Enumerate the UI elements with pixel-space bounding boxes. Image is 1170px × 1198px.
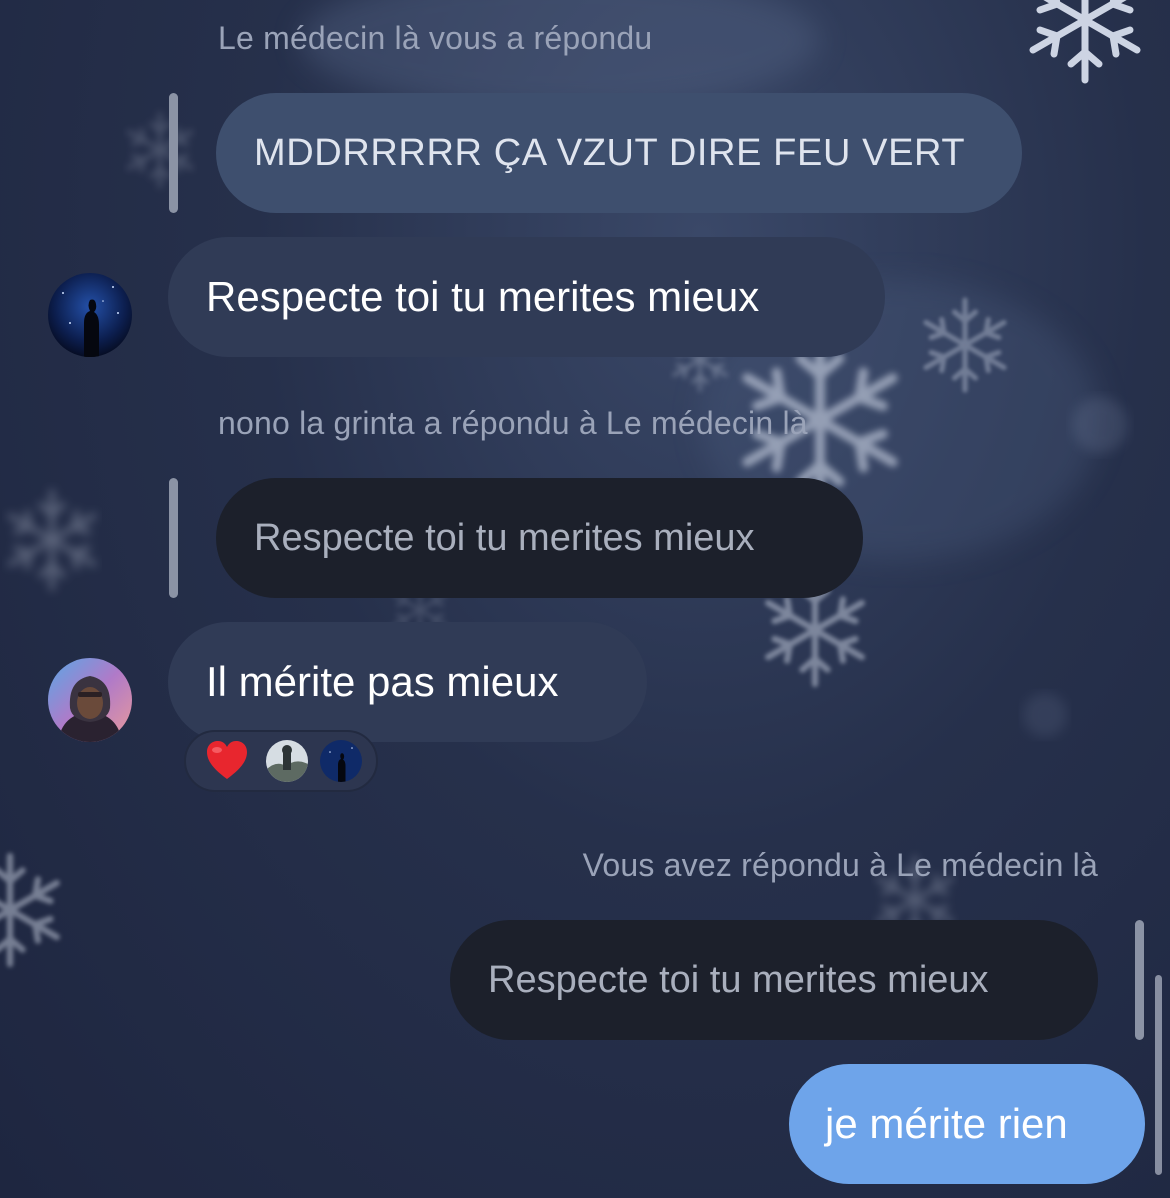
quoted-message-text: Respecte toi tu merites mieux xyxy=(254,516,755,559)
friend-avatar[interactable] xyxy=(48,658,132,742)
quoted-message-text: Respecte toi tu merites mieux xyxy=(488,958,989,1001)
reply-indicator-bar xyxy=(169,478,178,598)
avatar-night-silhouette-icon xyxy=(320,740,362,782)
avatar-night-silhouette-icon xyxy=(48,273,132,357)
incoming-message-bubble[interactable]: Il mérite pas mieux xyxy=(168,622,647,742)
reply-indicator-bar xyxy=(1135,920,1144,1040)
reply-caption: Vous avez répondu à Le médecin là xyxy=(582,847,1098,883)
message-text: Respecte toi tu merites mieux xyxy=(206,273,760,320)
avatar-landscape-icon xyxy=(266,740,308,782)
reply-caption: Le médecin là vous a répondu xyxy=(218,20,653,56)
message-text: Il mérite pas mieux xyxy=(206,658,559,705)
heart-icon xyxy=(207,741,247,779)
message-thread: Le médecin là vous a répondu MDDRRRRR ÇA… xyxy=(0,0,1170,1198)
reactor-avatar xyxy=(266,740,308,782)
outgoing-message-bubble[interactable]: je mérite rien xyxy=(789,1064,1145,1184)
message-reactions[interactable] xyxy=(184,730,378,792)
sender-avatar[interactable] xyxy=(48,273,132,357)
reply-caption: nono la grinta a répondu à Le médecin là xyxy=(218,405,808,441)
reply-indicator-bar xyxy=(169,93,178,213)
quoted-message-text: MDDRRRRR ÇA VZUT DIRE FEU VERT xyxy=(254,131,966,174)
quoted-message-bubble[interactable]: Respecte toi tu merites mieux xyxy=(216,478,863,598)
avatar-hooded-person-icon xyxy=(48,658,132,742)
reactor-avatar xyxy=(320,740,362,782)
quoted-message-bubble[interactable]: MDDRRRRR ÇA VZUT DIRE FEU VERT xyxy=(216,93,1022,213)
quoted-message-bubble[interactable]: Respecte toi tu merites mieux xyxy=(450,920,1098,1040)
scrollbar[interactable] xyxy=(1155,975,1162,1175)
message-text: je mérite rien xyxy=(825,1100,1068,1147)
incoming-message-bubble[interactable]: Respecte toi tu merites mieux xyxy=(168,237,885,357)
